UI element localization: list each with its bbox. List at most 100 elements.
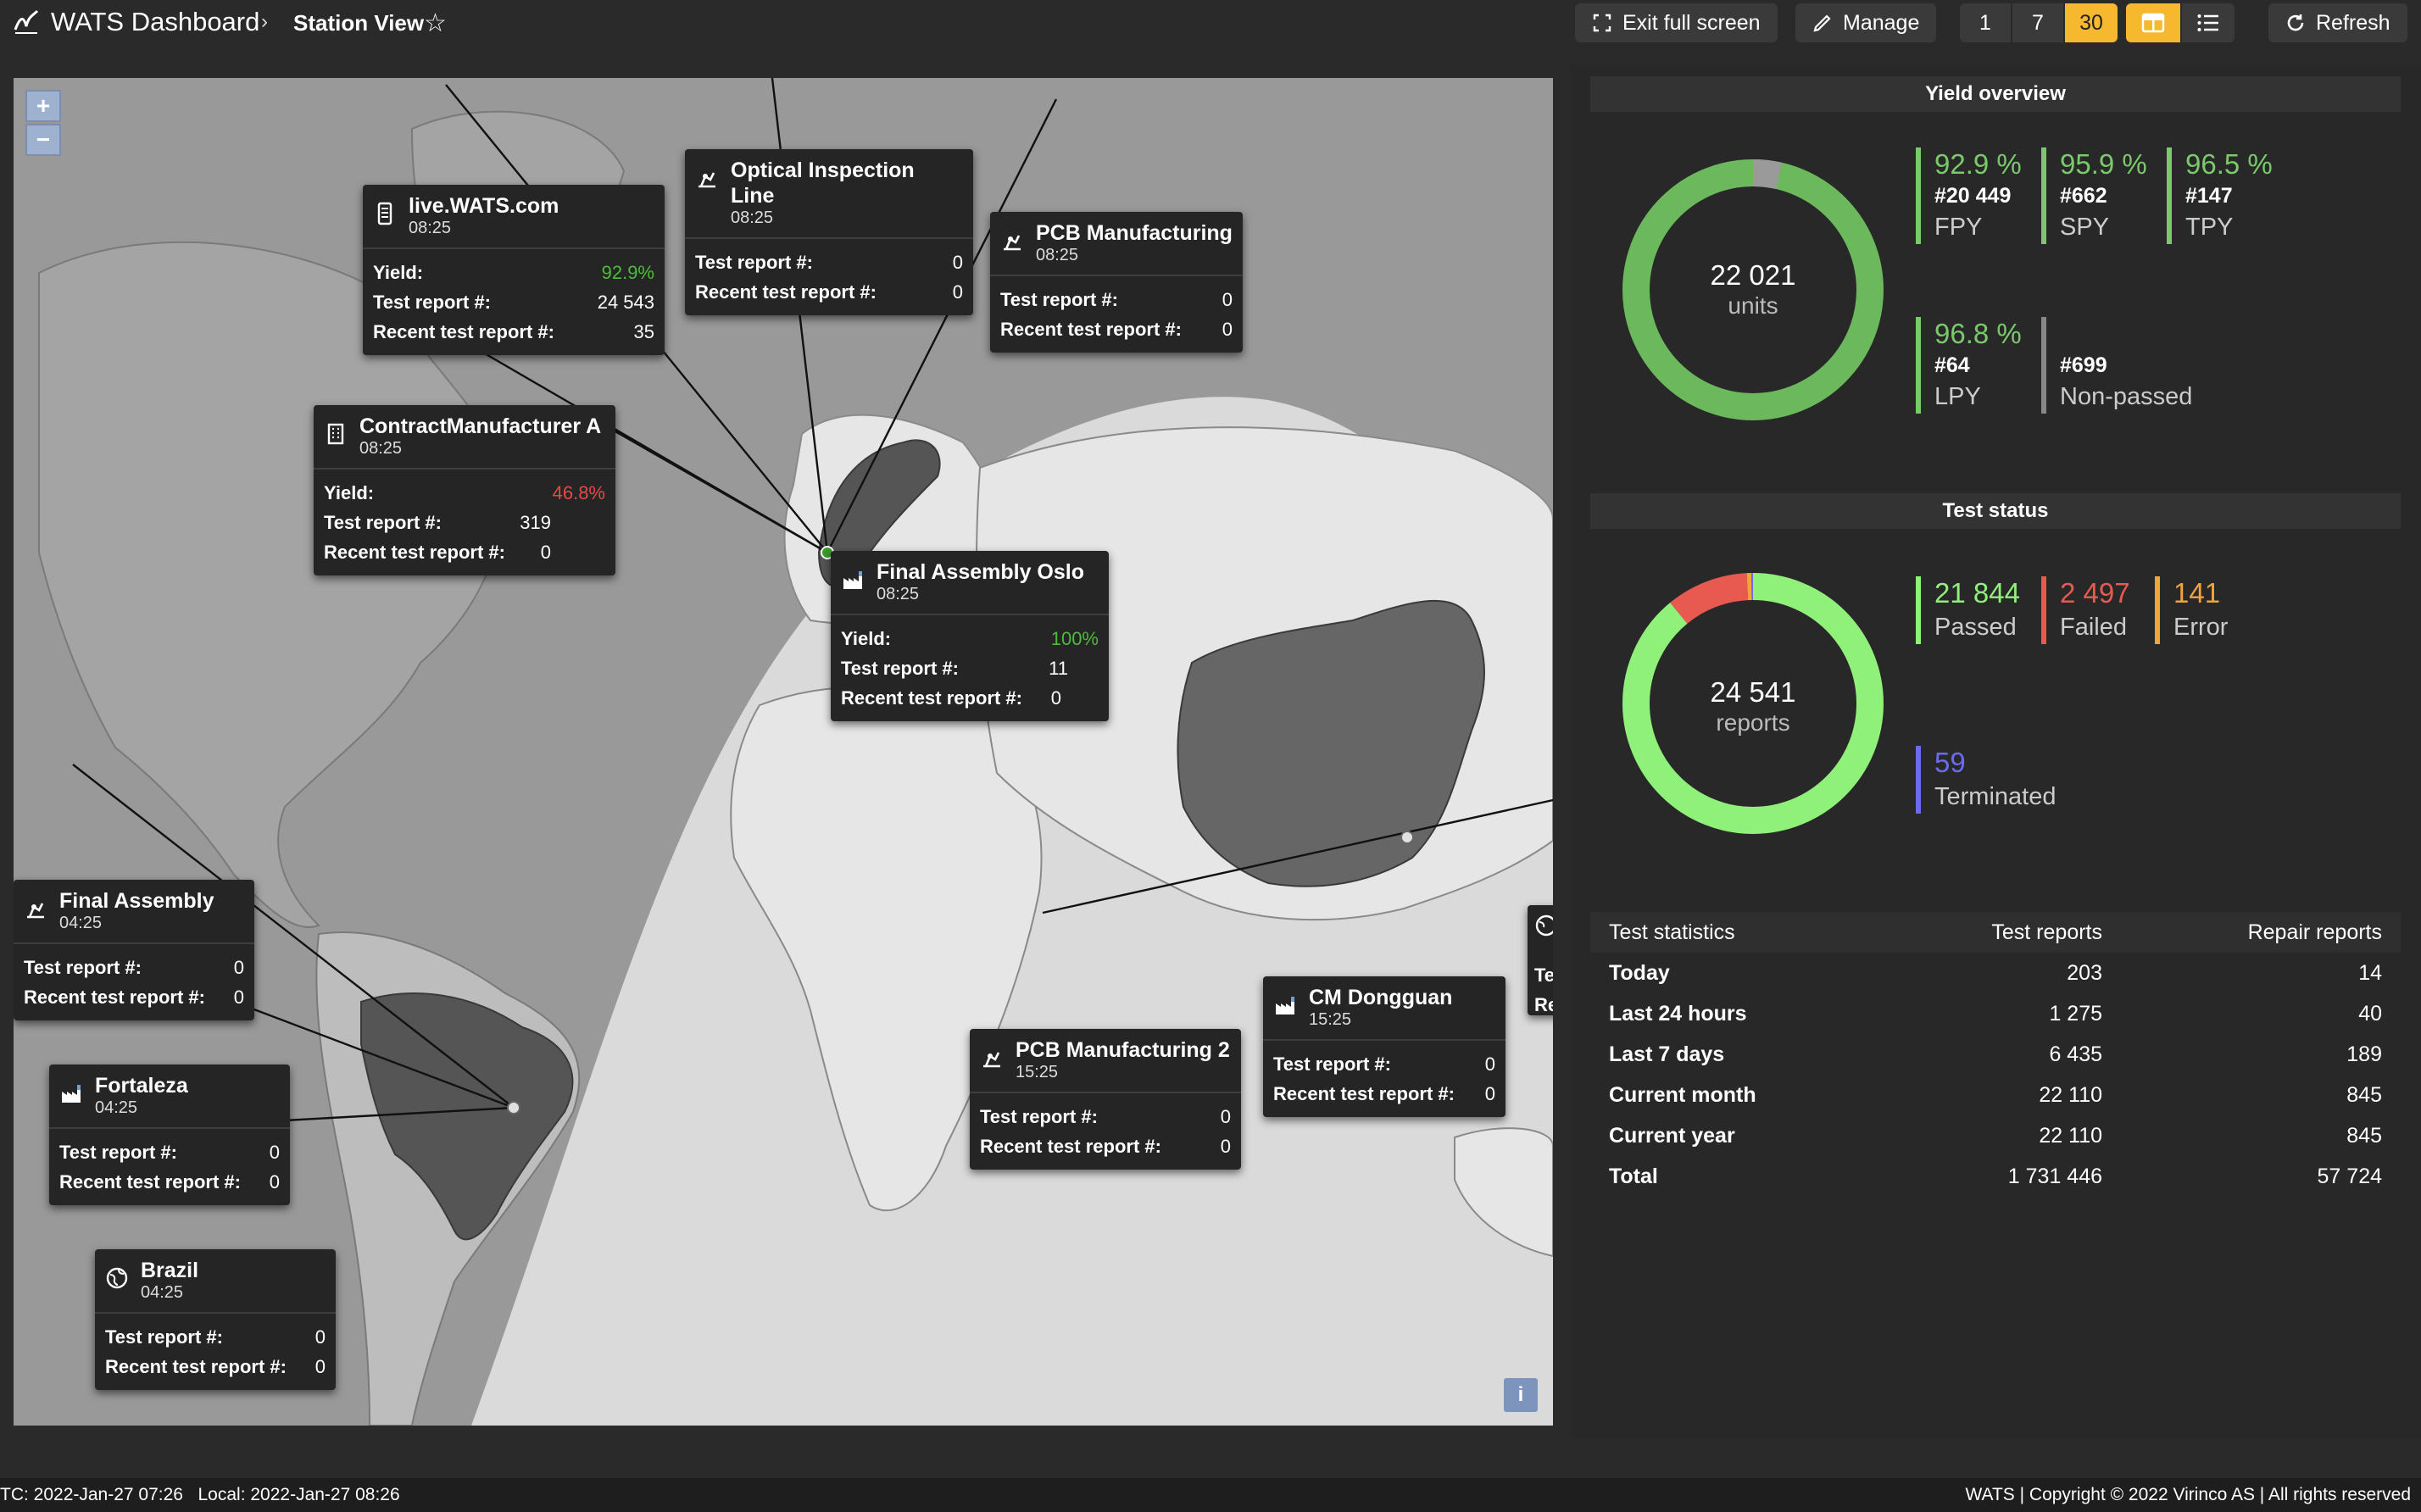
recent-report-value: 0 [269, 1171, 280, 1192]
station-card-brazil[interactable]: Brazil 04:25 Test report #: 0 Recent test… [95, 1249, 336, 1390]
header-repair-reports: Repair reports [2247, 920, 2382, 944]
yield-label: Yield: [373, 262, 424, 283]
layout-grid-button[interactable] [2126, 3, 2180, 42]
period-30-button[interactable]: 30 [2065, 3, 2118, 42]
map-info-button[interactable]: i [1504, 1378, 1538, 1412]
exit-fullscreen-button[interactable]: Exit full screen [1575, 3, 1778, 42]
period-1-button[interactable]: 1 [1960, 3, 2011, 42]
recent-report-value: 0 [1484, 1083, 1495, 1104]
station-card-clipped[interactable]: Te Re [1528, 905, 1553, 1015]
station-time: 08:25 [877, 585, 920, 603]
divider [363, 247, 665, 249]
recent-report-label: Recent test report #: [1000, 319, 1182, 340]
recent-report-label: Recent test report #: [980, 1136, 1161, 1157]
test-report-label: Test report #: [695, 252, 813, 273]
station-card-final-assembly[interactable]: Final Assembly 04:25 Test report #: 0 Rec… [14, 880, 254, 1020]
tpy-count: #147 [2185, 184, 2233, 208]
station-card-live-wats[interactable]: live.WATS.com 08:25 Yield: 92.9% Test rep… [363, 185, 665, 355]
divider [685, 237, 973, 239]
test-reports-cell: 22 110 [2039, 1123, 2102, 1148]
copyright: WATS | Copyright © 2022 Virinco AS | All… [1965, 1485, 2411, 1504]
yield-value: 46.8% [552, 482, 605, 503]
period-7-button[interactable]: 7 [2012, 3, 2063, 42]
passed-stat: 21 844 Passed [1916, 576, 2020, 644]
test-report-value: 24 543 [597, 292, 654, 313]
divider [314, 468, 615, 470]
layout-icon [2141, 13, 2165, 33]
station-name: CM Dongguan [1309, 986, 1453, 1009]
refresh-icon [2287, 14, 2304, 31]
nonpassed-stat: #699 Non-passed [2041, 317, 2192, 414]
recent-report-value: 0 [1222, 319, 1233, 340]
exit-fullscreen-label: Exit full screen [1622, 10, 1761, 35]
test-report-label: Test report #: [1000, 289, 1118, 310]
breadcrumb-separator: › [261, 10, 268, 33]
yield-overview-title: Yield overview [1590, 76, 2401, 112]
fpy-count: #20 449 [1934, 184, 2012, 208]
repair-reports-cell: 14 [2358, 960, 2382, 985]
favorite-star-icon[interactable]: ☆ [424, 8, 447, 38]
station-card-pcb-manufacturing-2[interactable]: PCB Manufacturing 2 15:25 Test report #:… [970, 1029, 1241, 1170]
test-report-label: Test report #: [105, 1326, 223, 1348]
yield-value: 100% [1050, 628, 1099, 649]
station-time: 15:25 [1016, 1063, 1059, 1081]
inspection-icon [27, 903, 44, 919]
station-card-fortaleza[interactable]: Fortaleza 04:25 Test report #: 0 Recent t… [49, 1065, 290, 1205]
table-row: Last 24 hours 1 275 40 [1590, 993, 2401, 1034]
station-name: ContractManufacturer A [359, 414, 602, 438]
failed-value: 2 497 [2060, 577, 2130, 609]
wats-logo-icon [14, 9, 39, 34]
fpy-stat: 92.9 % #20 449 FPY [1916, 147, 2022, 244]
recent-report-label: Recent test report #: [841, 687, 1022, 709]
test-reports-cell: 6 435 [2049, 1042, 2102, 1066]
divider [95, 1312, 336, 1314]
recent-report-value: 0 [314, 1356, 326, 1377]
table-row: Total 1 731 446 57 724 [1590, 1156, 2401, 1197]
test-report-value: 0 [314, 1326, 326, 1348]
station-time: 04:25 [141, 1283, 184, 1302]
station-map[interactable]: + − live.WATS.com 08:25 Yield: 92.9% Test… [14, 78, 1553, 1426]
test-reports-cell: 1 731 446 [2007, 1164, 2102, 1188]
recent-report-value: 0 [952, 281, 963, 303]
nonpassed-pct [2060, 317, 2192, 351]
station-card-final-assembly-oslo[interactable]: Final Assembly Oslo 08:25 Yield: 100% Tes… [831, 551, 1109, 721]
zoom-in-button[interactable]: + [25, 90, 61, 122]
terminated-label: Terminated [1934, 783, 2056, 810]
passed-value: 21 844 [1934, 577, 2020, 609]
passed-label: Passed [1934, 614, 2017, 641]
station-name: Brazil [141, 1259, 199, 1282]
station-time: 08:25 [409, 219, 452, 237]
test-report-value: 0 [952, 252, 963, 273]
list-view-button[interactable] [2182, 3, 2235, 42]
row-label: Current month [1609, 1082, 1756, 1107]
row-label: Today [1609, 960, 1670, 985]
factory-icon [62, 1085, 81, 1103]
clipped-label-2: Re [1534, 994, 1553, 1015]
station-time: 15:25 [1309, 1010, 1352, 1029]
fullscreen-exit-icon [1593, 14, 1611, 32]
zoom-out-button[interactable]: − [25, 124, 61, 156]
test-report-value: 0 [1484, 1053, 1495, 1075]
recent-report-label: Recent test report #: [24, 987, 205, 1008]
row-label: Total [1609, 1164, 1658, 1188]
refresh-button[interactable]: Refresh [2268, 3, 2407, 42]
station-card-contract-manufacturer-a[interactable]: ContractManufacturer A 08:25 Yield: 46.8%… [314, 405, 615, 575]
status-total-unit: reports [1716, 709, 1789, 736]
station-card-pcb-manufacturing[interactable]: PCB Manufacturing 08:25 Test report #: 0 … [990, 212, 1243, 353]
factory-icon [1276, 997, 1294, 1014]
repair-reports-cell: 845 [2346, 1123, 2382, 1148]
yield-label: Yield: [324, 482, 375, 503]
lpy-pct: 96.8 % [1934, 318, 2022, 349]
error-stat: 141 Error [2155, 576, 2228, 644]
brand[interactable]: WATS Dashboard [12, 7, 259, 37]
terminated-stat: 59 Terminated [1916, 746, 2056, 814]
station-name: live.WATS.com [409, 194, 559, 218]
station-card-cm-dongguan[interactable]: CM Dongguan 15:25 Test report #: 0 Recent… [1263, 976, 1505, 1117]
test-report-label: Test report #: [373, 292, 491, 313]
manage-button[interactable]: Manage [1795, 3, 1937, 42]
station-card-optical-inspection[interactable]: Optical Inspection Line 08:25 Test repor… [685, 149, 973, 315]
spy-stat: 95.9 % #662 SPY [2041, 147, 2147, 244]
yield-total-unit: units [1728, 292, 1778, 319]
row-label: Last 24 hours [1609, 1001, 1747, 1026]
divider [970, 1092, 1241, 1093]
